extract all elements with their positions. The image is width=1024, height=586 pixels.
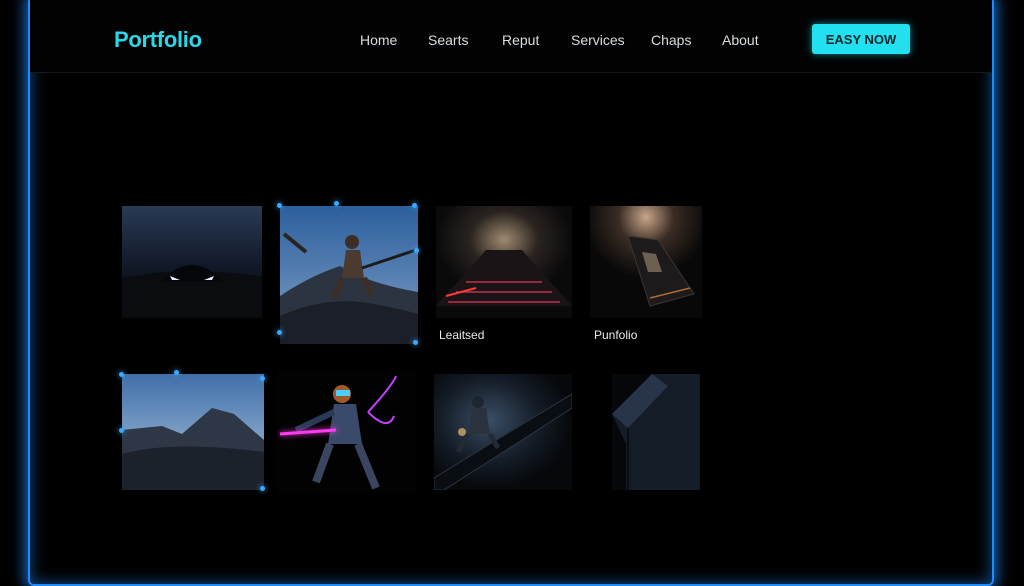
nav-chaps[interactable]: Chaps — [651, 32, 691, 48]
selection-handle-dot — [414, 248, 419, 253]
site-header: Portfolio Home Searts Reput Services Cha… — [30, 0, 992, 73]
selection-handle-dot — [260, 376, 265, 381]
selection-handle-dot — [412, 203, 417, 208]
nav-home[interactable]: Home — [360, 32, 397, 48]
selection-handle-dot — [334, 201, 339, 206]
gallery-tile-landscape[interactable] — [122, 374, 264, 490]
site-logo[interactable]: Portfolio — [114, 27, 202, 53]
selection-handle-dot — [119, 372, 124, 377]
caption-punfolio: Punfolio — [594, 328, 638, 342]
car-at-dusk-image — [122, 206, 262, 318]
neon-road-image — [436, 206, 572, 318]
selection-handle-dot — [174, 370, 179, 375]
rocky-landscape-image — [122, 374, 264, 490]
gadget-device-image — [590, 206, 702, 318]
cta-button[interactable]: EASY NOW — [812, 24, 910, 54]
gallery-tile-block[interactable] — [612, 374, 700, 490]
rider-on-dunes-image — [280, 206, 418, 344]
nav-searts[interactable]: Searts — [428, 32, 468, 48]
gallery-tile-car[interactable] — [122, 206, 262, 318]
gallery-tile-rider[interactable] — [280, 206, 418, 344]
gallery-tile-fighter[interactable] — [276, 372, 416, 492]
selection-handle-dot — [413, 340, 418, 345]
selection-handle-dot — [277, 330, 282, 335]
gallery-tile-gadget[interactable] — [590, 206, 702, 318]
selection-handle-dot — [277, 203, 282, 208]
nav-services[interactable]: Services — [571, 32, 625, 48]
selection-handle-dot — [119, 428, 124, 433]
gallery-tile-skater[interactable] — [434, 374, 572, 490]
caption-leaitsed: Leaitsed — [439, 328, 485, 342]
neon-sword-fighter-image — [276, 372, 416, 492]
nav-reput[interactable]: Reput — [502, 32, 539, 48]
nav-about[interactable]: About — [722, 32, 759, 48]
selection-handle-dot — [260, 486, 265, 491]
dark-block-image — [612, 374, 700, 490]
gallery-tile-road[interactable] — [436, 206, 572, 318]
skater-on-ramp-image — [434, 374, 572, 490]
